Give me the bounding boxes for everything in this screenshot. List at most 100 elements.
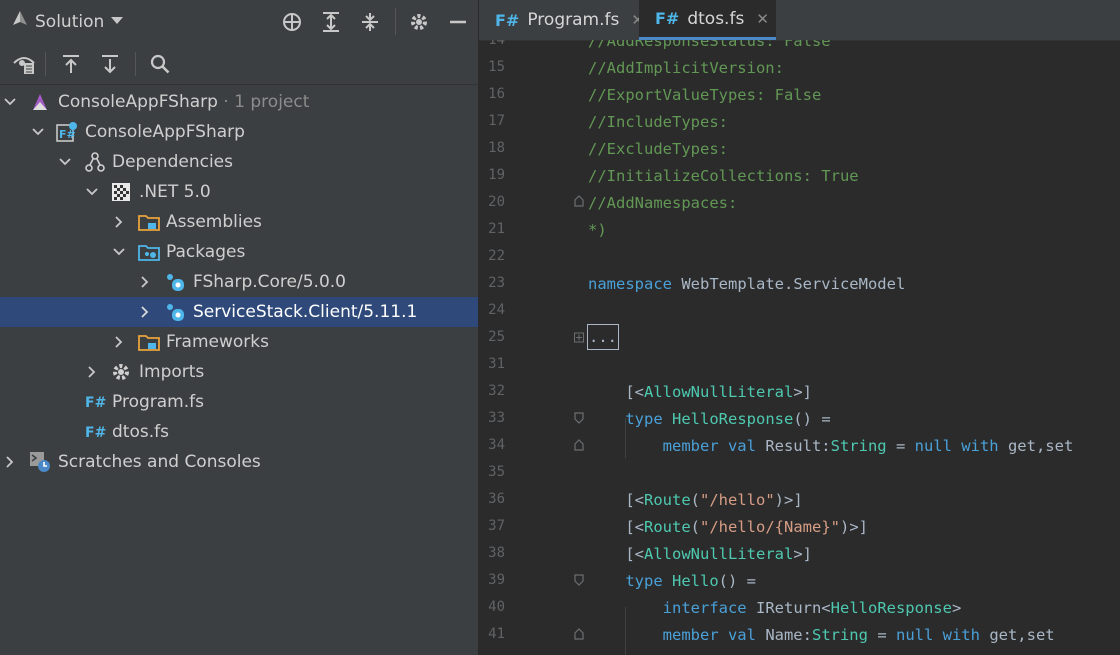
line-number: 21 (488, 221, 505, 237)
line-number: 40 (488, 599, 505, 615)
fold-marker-icon[interactable] (574, 574, 584, 586)
tree-item-program-fs[interactable]: F# Program.fs (0, 387, 478, 417)
header-divider (395, 8, 396, 35)
chevron-right-icon[interactable] (3, 447, 17, 477)
scratches-icon (29, 447, 51, 477)
tree-item-packages[interactable]: Packages (0, 237, 478, 267)
tab-program-fs[interactable]: F# Program.fs ✕ (479, 0, 644, 40)
code-line: //ExcludeTypes: (588, 140, 728, 158)
line-number: 32 (488, 383, 505, 399)
code-line: interface IReturn<HelloResponse> (662, 599, 962, 617)
line-number: 17 (488, 113, 505, 129)
solution-toolbar (0, 43, 478, 85)
chevron-down-icon[interactable] (31, 117, 45, 147)
fsharp-project-icon: F# (56, 117, 78, 147)
tree-item-dtos-fs[interactable]: F# dtos.fs (0, 417, 478, 447)
line-number: 24 (488, 302, 505, 318)
tree-item-dotnet[interactable]: .NET 5.0 (0, 177, 478, 207)
fold-marker-icon[interactable] (574, 439, 584, 451)
line-number: 18 (488, 140, 505, 156)
line-number: 20 (488, 194, 505, 210)
minimize-icon[interactable] (444, 0, 472, 43)
tree-item-project[interactable]: F# ConsoleAppFSharp (0, 117, 478, 147)
folded-region[interactable]: ... (587, 324, 619, 350)
solution-title: Solution (35, 11, 105, 32)
tree-item-label: ConsoleAppFSharp (85, 122, 245, 142)
file-preview-icon[interactable] (10, 43, 38, 85)
fold-marker-icon[interactable] (574, 628, 584, 640)
close-icon[interactable]: ✕ (756, 10, 769, 28)
tree-item-frameworks[interactable]: Frameworks (0, 327, 478, 357)
solution-icon (29, 87, 51, 117)
gear-icon (110, 357, 132, 387)
code-line: //AddResponseStatus: False (588, 40, 831, 50)
tree-item-label: Frameworks (166, 332, 269, 352)
tree-item-label: dtos.fs (112, 422, 169, 442)
nuget-icon (164, 267, 186, 297)
search-icon[interactable] (146, 43, 174, 85)
tree-item-label: ServiceStack.Client/5.11.1 (193, 302, 418, 322)
line-number: 31 (488, 356, 505, 372)
settings-icon[interactable] (405, 0, 433, 43)
chevron-right-icon[interactable] (138, 297, 152, 327)
folder-icon (138, 207, 160, 237)
chevron-right-icon[interactable] (138, 267, 152, 297)
tree-item-label: .NET 5.0 (139, 182, 211, 202)
chevron-right-icon[interactable] (85, 357, 99, 387)
tab-label: Program.fs (527, 10, 620, 30)
fold-marker-icon[interactable] (574, 412, 584, 424)
collapse-all-icon[interactable] (356, 0, 384, 43)
code-line: *) (588, 221, 607, 239)
dependencies-icon (84, 147, 106, 177)
tree-item-label: Dependencies (112, 152, 233, 172)
tree-item-assemblies[interactable]: Assemblies (0, 207, 478, 237)
chevron-down-icon[interactable] (85, 177, 99, 207)
line-number: 38 (488, 545, 505, 561)
line-number: 33 (488, 410, 505, 426)
tree-item-imports[interactable]: Imports (0, 357, 478, 387)
nuget-icon (164, 297, 186, 327)
locate-icon[interactable] (278, 0, 306, 43)
move-up-icon[interactable] (57, 43, 85, 85)
folder-icon (138, 237, 160, 267)
folder-icon (138, 327, 160, 357)
expand-all-icon[interactable] (317, 0, 345, 43)
line-number: 19 (488, 167, 505, 183)
tree-item-label: Packages (166, 242, 246, 262)
code-line: member val Name:String = null with get,s… (662, 626, 1055, 644)
toolbar-divider (45, 52, 46, 76)
chevron-down-icon[interactable] (58, 147, 72, 177)
line-number: 34 (488, 437, 505, 453)
tree-item-label: Scratches and Consoles (58, 452, 261, 472)
move-down-icon[interactable] (96, 43, 124, 85)
fold-marker-icon[interactable] (574, 195, 584, 207)
tree-item-fsharp-core[interactable]: FSharp.Core/5.0.0 (0, 267, 478, 297)
solution-view-selector[interactable]: Solution (11, 0, 124, 43)
fsharp-file-icon: F# (84, 417, 106, 447)
line-number: 41 (488, 626, 505, 642)
code-area[interactable]: 14 //AddResponseStatus: False 15 //AddIm… (479, 40, 1120, 655)
tree-item-solution[interactable]: ConsoleAppFSharp · 1 project (0, 87, 478, 117)
editor-tab-bar: F# Program.fs ✕ F# dtos.fs ✕ (479, 0, 1120, 41)
chevron-down-icon[interactable] (3, 87, 17, 117)
line-number: 15 (488, 59, 505, 75)
chevron-down-icon[interactable] (112, 237, 126, 267)
svg-text:F#: F# (85, 395, 106, 411)
line-number: 16 (488, 86, 505, 102)
fsharp-file-icon: F# (495, 10, 520, 30)
solution-explorer-panel: Solution ConsoleAppFSharp · 1 project F#… (0, 0, 478, 655)
code-line: //IncludeTypes: (588, 113, 728, 131)
line-number: 25 (488, 329, 505, 345)
tab-dtos-fs[interactable]: F# dtos.fs ✕ (639, 0, 776, 40)
line-number: 23 (488, 275, 505, 291)
line-number: 35 (488, 464, 505, 480)
tree-item-label: Assemblies (166, 212, 262, 232)
chevron-right-icon[interactable] (112, 327, 126, 357)
code-line: type Hello() = (625, 572, 756, 590)
code-line: member val Result:String = null with get… (662, 437, 1074, 455)
tree-item-servicestack-client[interactable]: ServiceStack.Client/5.11.1 (0, 297, 478, 327)
tree-item-dependencies[interactable]: Dependencies (0, 147, 478, 177)
tree-item-scratches[interactable]: Scratches and Consoles (0, 447, 478, 477)
fold-expand-icon[interactable] (574, 332, 584, 343)
chevron-right-icon[interactable] (112, 207, 126, 237)
